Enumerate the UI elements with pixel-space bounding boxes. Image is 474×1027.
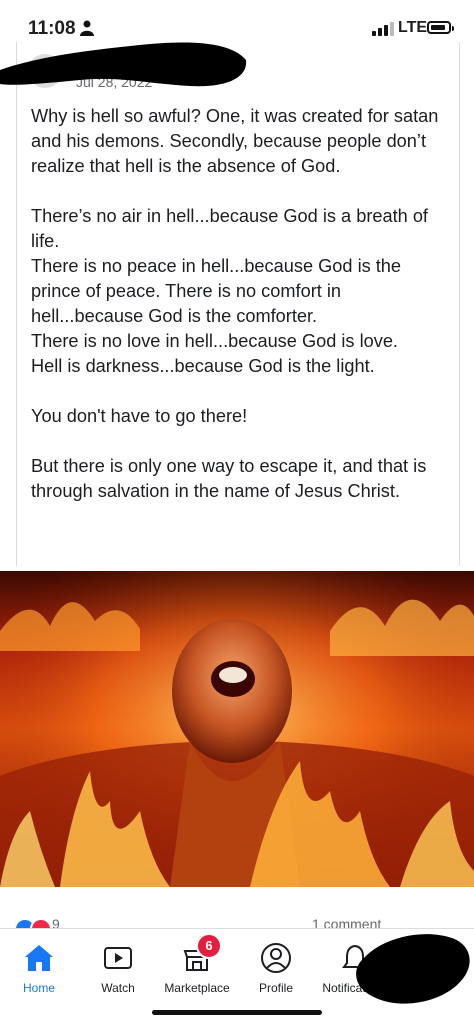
battery-icon xyxy=(427,21,454,34)
tab-profile[interactable]: Profile xyxy=(236,929,316,1009)
tab-label: Profile xyxy=(258,981,293,995)
tab-watch[interactable]: Watch xyxy=(78,929,158,1009)
post-line: There is no peace in hell...because God … xyxy=(31,256,402,326)
post-line: There’s no air in hell...because God is … xyxy=(31,206,428,251)
tab-home[interactable]: Home xyxy=(0,929,78,1009)
signal-icon xyxy=(372,22,394,36)
watch-icon xyxy=(104,947,132,969)
post-image[interactable] xyxy=(0,571,474,887)
redaction-scribble xyxy=(0,42,247,87)
tab-label: Marketplace xyxy=(164,981,230,995)
post-line: There is no love in hell...because God i… xyxy=(31,331,398,351)
post-line: Hell is darkness...because God is the li… xyxy=(31,356,375,376)
marketplace-badge: 6 xyxy=(196,933,222,959)
post-paragraph: Why is hell so awful? One, it was create… xyxy=(31,106,439,176)
tab-label: Home xyxy=(22,981,55,995)
post-paragraph: You don't have to go there! xyxy=(31,406,248,426)
home-indicator xyxy=(152,1010,322,1015)
tab-label: Watch xyxy=(101,981,135,995)
post-paragraph: But there is only one way to escape it, … xyxy=(31,456,427,501)
person-icon xyxy=(80,20,94,36)
post-body: Why is hell so awful? One, it was create… xyxy=(31,104,441,504)
profile-icon xyxy=(261,943,291,973)
network-label: LTE xyxy=(398,19,428,36)
home-icon xyxy=(25,945,53,971)
redaction-scribble xyxy=(356,934,470,1004)
